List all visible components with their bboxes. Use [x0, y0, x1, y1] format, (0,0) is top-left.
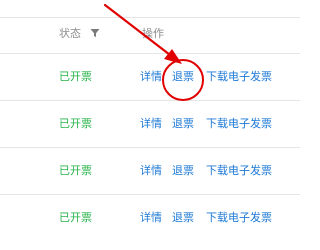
status-label: 已开票: [59, 164, 92, 177]
table-row: 已开票 详情 退票 下载电子发票: [0, 53, 300, 100]
refund-link[interactable]: 退票: [172, 69, 194, 85]
status-label: 已开票: [59, 211, 92, 224]
download-invoice-link[interactable]: 下载电子发票: [206, 210, 272, 226]
refund-link[interactable]: 退票: [172, 210, 194, 226]
filter-icon[interactable]: [90, 28, 100, 38]
status-label: 已开票: [59, 70, 92, 83]
table-row: 已开票 详情 退票 下载电子发票: [0, 100, 300, 147]
refund-link[interactable]: 退票: [172, 163, 194, 179]
table-row: 已开票 详情 退票 下载电子发票: [0, 194, 300, 250]
column-header-status[interactable]: 状态: [59, 26, 100, 42]
column-header-status-label: 状态: [59, 27, 81, 40]
detail-link[interactable]: 详情: [140, 69, 162, 85]
refund-link[interactable]: 退票: [172, 116, 194, 132]
download-invoice-link[interactable]: 下载电子发票: [206, 163, 272, 179]
detail-link[interactable]: 详情: [140, 163, 162, 179]
column-header-actions: 操作: [142, 27, 164, 40]
download-invoice-link[interactable]: 下载电子发票: [206, 116, 272, 132]
invoice-table: 状态 操作 已开票 详情 退票 下载电子发票 已开票 详情 退票 下载电子发票 …: [0, 0, 300, 250]
detail-link[interactable]: 详情: [140, 210, 162, 226]
table-header: 状态 操作: [0, 17, 300, 53]
download-invoice-link[interactable]: 下载电子发票: [206, 69, 272, 85]
table-row: 已开票 详情 退票 下载电子发票: [0, 147, 300, 194]
detail-link[interactable]: 详情: [140, 116, 162, 132]
status-label: 已开票: [59, 117, 92, 130]
